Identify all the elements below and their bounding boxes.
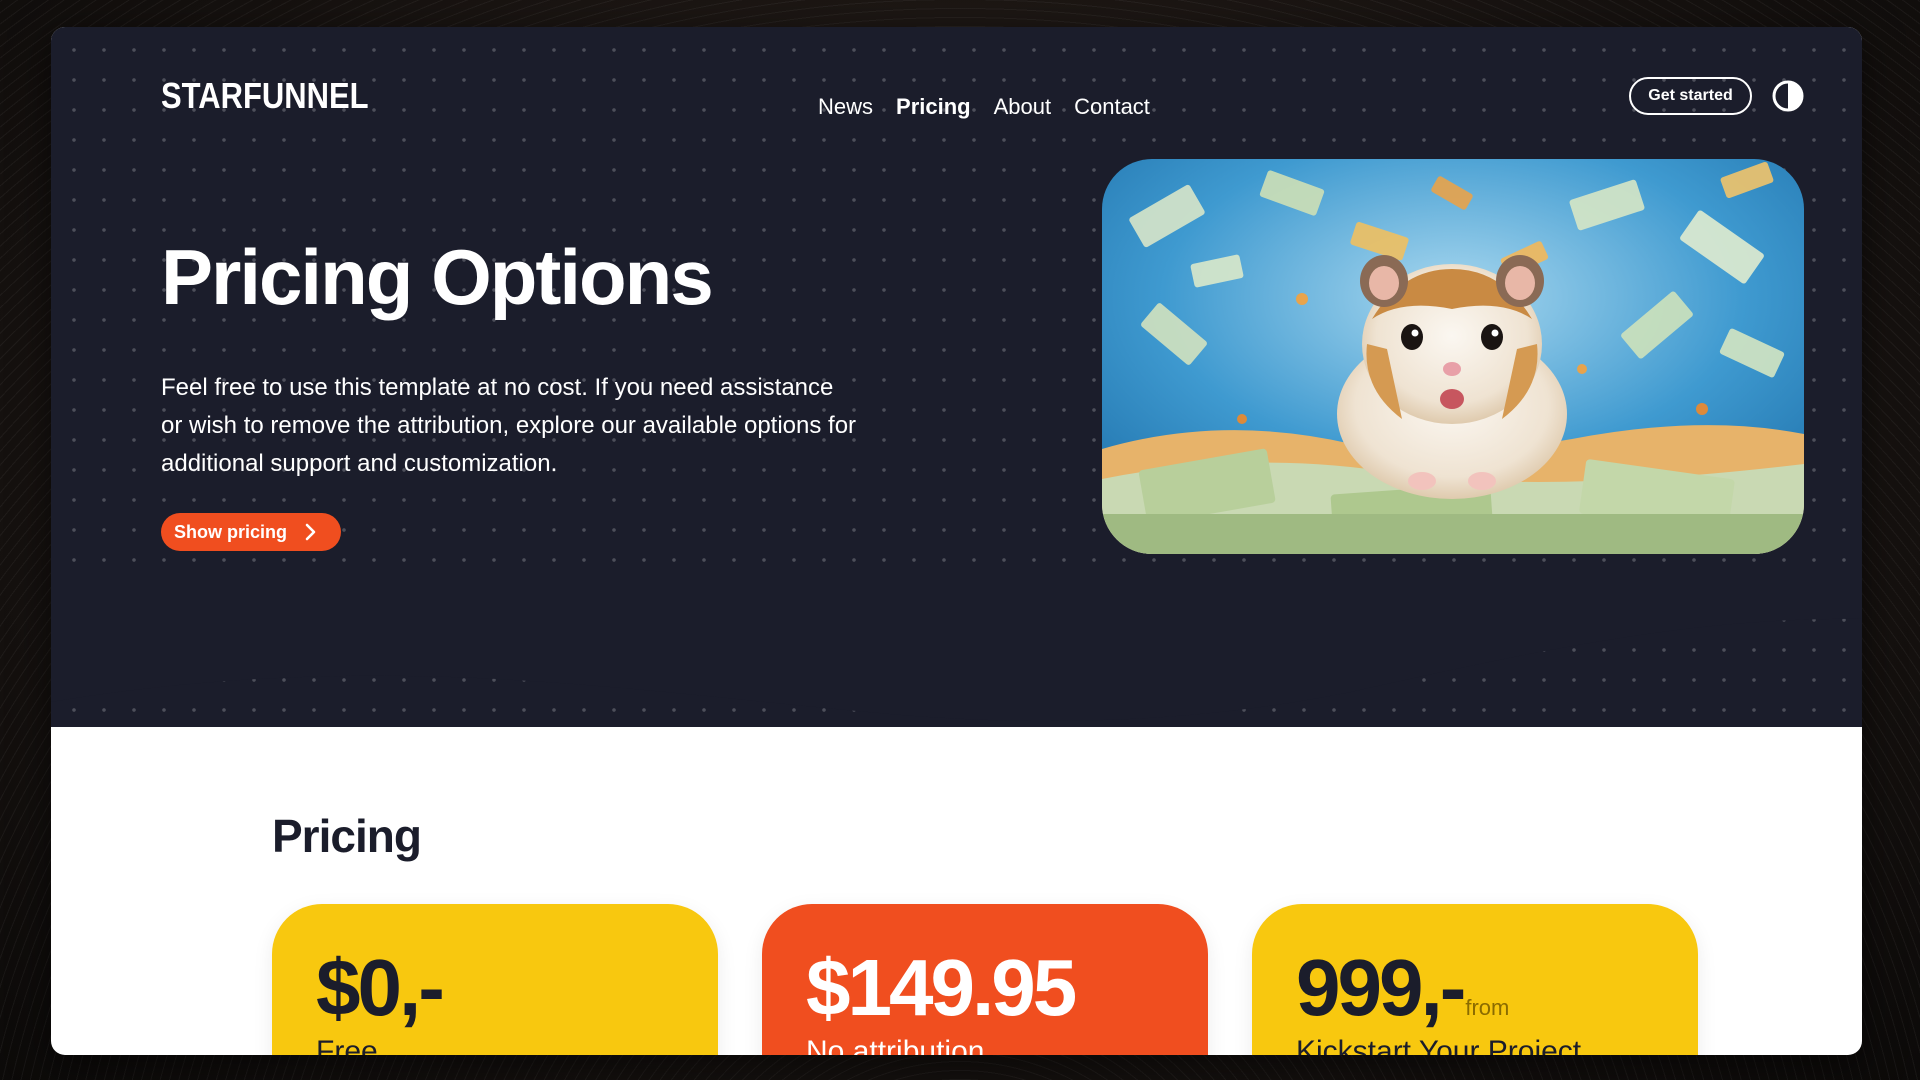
nav-item-pricing[interactable]: Pricing [896, 94, 971, 120]
theme-toggle-button[interactable] [1771, 79, 1805, 113]
pricing-card-price: $0,- [316, 943, 445, 1032]
hero-wave-divider [51, 587, 1862, 722]
pricing-card-price: 999,-from [1296, 942, 1509, 1034]
show-pricing-label: Show pricing [174, 521, 288, 542]
pricing-card-free[interactable]: $0,- Free [272, 904, 718, 1055]
nav-item-news[interactable]: News [818, 94, 873, 120]
pricing-card-label: Kickstart Your Project [1296, 1035, 1582, 1055]
hero-description: Feel free to use this template at no cos… [161, 374, 857, 477]
hero-image-hamster-money [1102, 159, 1804, 554]
brand-logo[interactable]: STARFUNNEL [161, 75, 369, 117]
get-started-button[interactable]: Get started [1629, 77, 1752, 115]
page-title: Pricing Options [161, 233, 714, 321]
contrast-icon [1772, 80, 1804, 112]
pricing-section-title: Pricing [272, 810, 422, 862]
main-nav: News Pricing About Contact [818, 94, 1150, 120]
pricing-card-kickstart[interactable]: 999,-from Kickstart Your Project [1252, 904, 1698, 1055]
nav-item-about[interactable]: About [994, 94, 1052, 120]
pricing-card-price: $149.95 [806, 943, 1077, 1032]
show-pricing-button[interactable]: Show pricing [161, 513, 341, 551]
pricing-card-label: No attribution [806, 1035, 985, 1055]
browser-page: STARFUNNEL News Pricing About Contact Ge… [51, 27, 1862, 1055]
pricing-card-no-attribution[interactable]: $149.95 No attribution [762, 904, 1208, 1055]
chevron-right-icon [305, 523, 316, 541]
pricing-card-label: Free [316, 1035, 378, 1055]
pricing-card-price-value: 999,- [1296, 943, 1466, 1032]
nav-item-contact[interactable]: Contact [1074, 94, 1150, 120]
pricing-card-price-suffix: from [1465, 995, 1510, 1020]
